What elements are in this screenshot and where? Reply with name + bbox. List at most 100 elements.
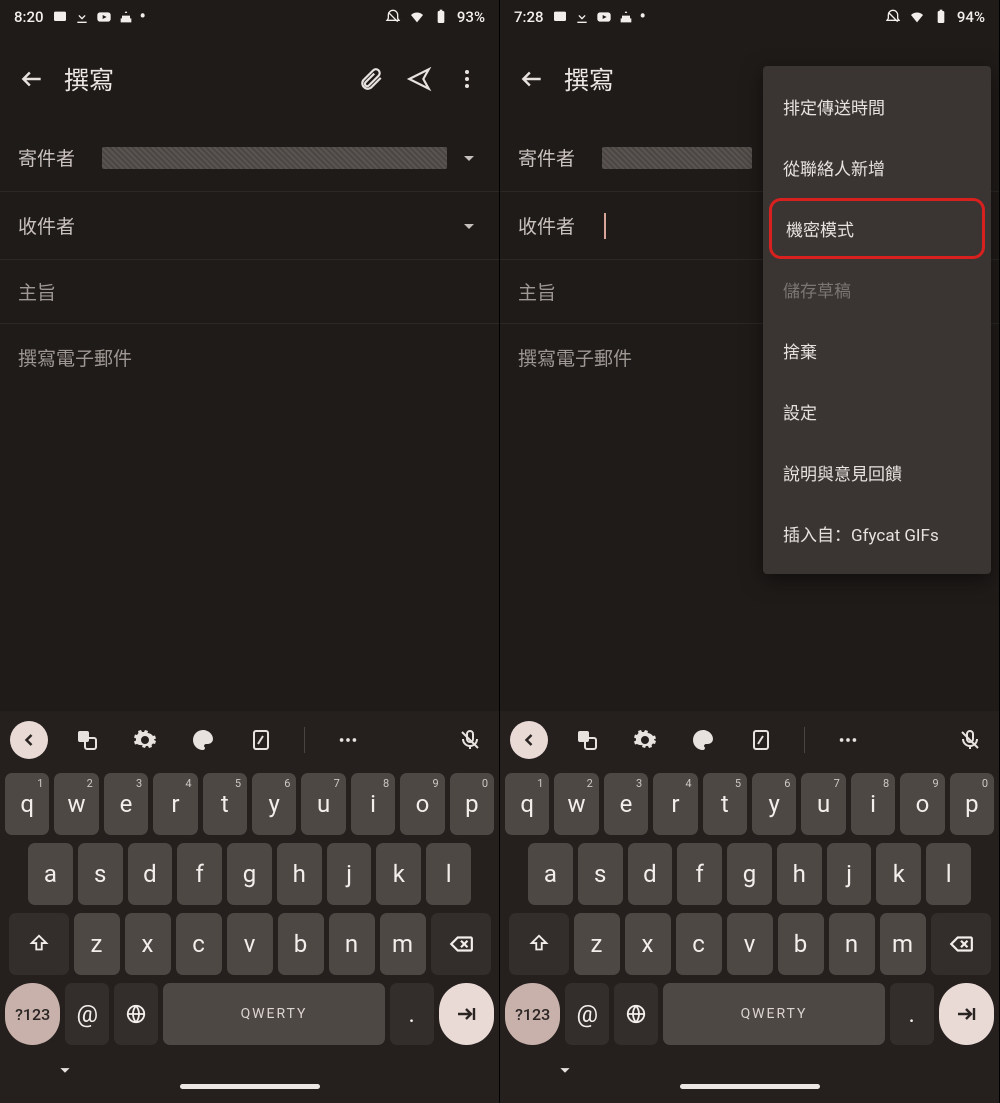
key-e[interactable]: e3 <box>104 773 148 835</box>
key-space[interactable]: QWERTY <box>163 983 384 1045</box>
key-b[interactable]: b <box>778 913 824 975</box>
key-m[interactable]: m <box>380 913 426 975</box>
key-switch-layout[interactable]: ?123 <box>505 983 560 1045</box>
key-backspace[interactable] <box>931 913 991 975</box>
key-h[interactable]: h <box>277 843 322 905</box>
key-k[interactable]: k <box>876 843 921 905</box>
gesture-pill[interactable] <box>180 1084 320 1089</box>
kb-more-button[interactable] <box>329 721 367 759</box>
key-a[interactable]: a <box>28 843 73 905</box>
key-o[interactable]: o9 <box>900 773 944 835</box>
key-shift[interactable] <box>9 913 69 975</box>
kb-mic-off-button[interactable] <box>451 721 489 759</box>
key-shift[interactable] <box>509 913 569 975</box>
menu-item-6[interactable]: 說明與意見回饋 <box>763 442 991 503</box>
key-q[interactable]: q1 <box>505 773 549 835</box>
kb-clipboard-button[interactable] <box>742 721 780 759</box>
key-m[interactable]: m <box>880 913 926 975</box>
key-e[interactable]: e3 <box>604 773 648 835</box>
key-a[interactable]: a <box>528 843 573 905</box>
kb-theme-button[interactable] <box>184 721 222 759</box>
kb-settings-button[interactable] <box>626 721 664 759</box>
key-period[interactable]: . <box>890 983 934 1045</box>
chevron-down-icon[interactable] <box>457 146 481 170</box>
key-c[interactable]: c <box>676 913 722 975</box>
kb-translate-button[interactable] <box>68 721 106 759</box>
key-c[interactable]: c <box>176 913 222 975</box>
key-z[interactable]: z <box>74 913 120 975</box>
key-language[interactable] <box>114 983 158 1045</box>
key-j[interactable]: j <box>327 843 372 905</box>
key-period[interactable]: . <box>390 983 434 1045</box>
kb-theme-button[interactable] <box>684 721 722 759</box>
gesture-pill[interactable] <box>680 1084 820 1089</box>
key-v[interactable]: v <box>727 913 773 975</box>
key-t[interactable]: t5 <box>703 773 747 835</box>
key-v[interactable]: v <box>227 913 273 975</box>
key-x[interactable]: x <box>625 913 671 975</box>
kb-mic-off-button[interactable] <box>951 721 989 759</box>
kb-back-button[interactable] <box>10 721 48 759</box>
key-r[interactable]: r4 <box>153 773 197 835</box>
to-field[interactable]: 收件者 <box>0 192 499 260</box>
send-button[interactable] <box>395 55 443 103</box>
attach-button[interactable] <box>347 55 395 103</box>
key-w[interactable]: w2 <box>54 773 98 835</box>
key-q[interactable]: q1 <box>5 773 49 835</box>
key-at[interactable]: @ <box>565 983 609 1045</box>
key-n[interactable]: n <box>329 913 375 975</box>
chevron-down-icon[interactable] <box>554 1059 576 1081</box>
overflow-button[interactable] <box>443 55 491 103</box>
chevron-down-icon[interactable] <box>54 1059 76 1081</box>
key-h[interactable]: h <box>777 843 822 905</box>
menu-item-1[interactable]: 從聯絡人新增 <box>763 137 991 198</box>
kb-settings-button[interactable] <box>126 721 164 759</box>
key-y[interactable]: y6 <box>752 773 796 835</box>
kb-back-button[interactable] <box>510 721 548 759</box>
kb-translate-button[interactable] <box>568 721 606 759</box>
key-p[interactable]: p0 <box>450 773 494 835</box>
key-x[interactable]: x <box>125 913 171 975</box>
key-t[interactable]: t5 <box>203 773 247 835</box>
key-p[interactable]: p0 <box>950 773 994 835</box>
kb-clipboard-button[interactable] <box>242 721 280 759</box>
from-field[interactable]: 寄件者 <box>0 124 499 192</box>
key-l[interactable]: l <box>426 843 471 905</box>
key-s[interactable]: s <box>578 843 623 905</box>
key-o[interactable]: o9 <box>400 773 444 835</box>
key-l[interactable]: l <box>926 843 971 905</box>
menu-item-2[interactable]: 機密模式 <box>769 198 985 259</box>
key-f[interactable]: f <box>677 843 722 905</box>
menu-item-5[interactable]: 設定 <box>763 381 991 442</box>
key-n[interactable]: n <box>829 913 875 975</box>
key-at[interactable]: @ <box>65 983 109 1045</box>
key-g[interactable]: g <box>227 843 272 905</box>
chevron-down-icon[interactable] <box>457 214 481 238</box>
key-switch-layout[interactable]: ?123 <box>5 983 60 1045</box>
menu-item-7[interactable]: 插入自：Gfycat GIFs <box>763 503 991 564</box>
subject-field[interactable]: 主旨 <box>0 260 499 324</box>
key-u[interactable]: u7 <box>801 773 845 835</box>
key-z[interactable]: z <box>574 913 620 975</box>
menu-item-4[interactable]: 捨棄 <box>763 320 991 381</box>
key-r[interactable]: r4 <box>653 773 697 835</box>
key-j[interactable]: j <box>827 843 872 905</box>
key-enter[interactable] <box>939 983 994 1045</box>
key-backspace[interactable] <box>431 913 491 975</box>
key-i[interactable]: i8 <box>851 773 895 835</box>
body-field[interactable]: 撰寫電子郵件 <box>0 324 499 711</box>
key-s[interactable]: s <box>78 843 123 905</box>
key-b[interactable]: b <box>278 913 324 975</box>
key-i[interactable]: i8 <box>351 773 395 835</box>
kb-more-button[interactable] <box>829 721 867 759</box>
menu-item-0[interactable]: 排定傳送時間 <box>763 76 991 137</box>
key-y[interactable]: y6 <box>252 773 296 835</box>
key-d[interactable]: d <box>628 843 673 905</box>
back-button[interactable] <box>508 55 556 103</box>
key-d[interactable]: d <box>128 843 173 905</box>
key-language[interactable] <box>614 983 658 1045</box>
key-w[interactable]: w2 <box>554 773 598 835</box>
key-enter[interactable] <box>439 983 494 1045</box>
key-k[interactable]: k <box>376 843 421 905</box>
key-u[interactable]: u7 <box>301 773 345 835</box>
